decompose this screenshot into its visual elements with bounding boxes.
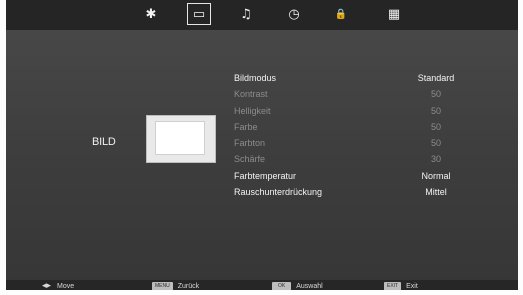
menu-row-brightness[interactable]: Helligkeit 50 [234, 103, 466, 119]
menu-row-sharpness[interactable]: Schärfe 30 [234, 151, 466, 167]
hint-select-label: Auswahl [296, 283, 323, 290]
menu-row-label: Farbe [234, 121, 258, 132]
menu-row-color-temperature[interactable]: Farbtemperatur Normal [234, 168, 466, 184]
menu-row-value: 50 [430, 105, 441, 116]
grid-icon[interactable]: ▦ [383, 4, 405, 24]
menu-row-label: Rauschunterdrückung [234, 187, 323, 198]
music-note-icon[interactable]: ♫ [235, 4, 257, 24]
category-tab-bar: ✱ ▭ ♫ ◷ 🔒 ▦ [6, 0, 518, 30]
exit-key: EXIT [384, 282, 402, 290]
hint-select: OK Auswahl [272, 282, 323, 290]
menu-row-value: 50 [430, 121, 441, 132]
menu-row-label: Farbton [234, 138, 266, 149]
lock-icon[interactable]: 🔒 [330, 4, 352, 24]
gear-icon[interactable]: ✱ [140, 4, 162, 24]
clock-icon[interactable]: ◷ [283, 4, 305, 24]
menu-key: MENU [152, 282, 173, 290]
menu-row-color[interactable]: Farbe 50 [234, 119, 466, 135]
menu-row-picture-mode[interactable]: Bildmodus Standard [234, 70, 466, 86]
menu-row-value: Mittel [425, 187, 447, 198]
footer-hint-bar: ◂▸ Move MENU Zurück OK Auswahl EXIT Exit [6, 280, 518, 290]
menu-row-label: Schärfe [234, 154, 266, 165]
menu-row-label: Farbtemperatur [234, 170, 297, 181]
menu-row-value: 50 [430, 138, 441, 149]
move-arrows-icon: ◂▸ [42, 281, 52, 291]
tv-screen: ✱ ▭ ♫ ◷ 🔒 ▦ BILD Bildmodus Standard Kont… [6, 0, 518, 290]
hint-move-label: Move [57, 283, 75, 290]
section-title: BILD [92, 136, 116, 148]
menu-row-tint[interactable]: Farbton 50 [234, 135, 466, 151]
hint-exit: EXIT Exit [384, 282, 418, 290]
preview-screen [155, 121, 205, 155]
picture-settings-menu: Bildmodus Standard Kontrast 50 Helligkei… [234, 70, 466, 200]
menu-row-value: 50 [430, 89, 441, 100]
menu-row-label: Helligkeit [234, 105, 271, 116]
monitor-icon[interactable]: ▭ [187, 3, 211, 25]
menu-row-value: Standard [417, 73, 455, 83]
menu-row-noise-reduction[interactable]: Rauschunterdrückung Mittel [234, 184, 466, 200]
menu-row-label: Bildmodus [234, 73, 277, 83]
menu-row-value: 30 [430, 154, 441, 165]
menu-row-value: Normal [421, 170, 451, 181]
menu-row-label: Kontrast [234, 89, 268, 100]
picture-preview-icon [146, 115, 216, 163]
hint-move: ◂▸ Move [42, 281, 75, 291]
ok-key: OK [272, 282, 292, 290]
hint-exit-label: Exit [406, 283, 418, 290]
menu-row-contrast[interactable]: Kontrast 50 [234, 86, 466, 102]
hint-back: MENU Zurück [152, 282, 199, 290]
hint-back-label: Zurück [177, 283, 200, 290]
